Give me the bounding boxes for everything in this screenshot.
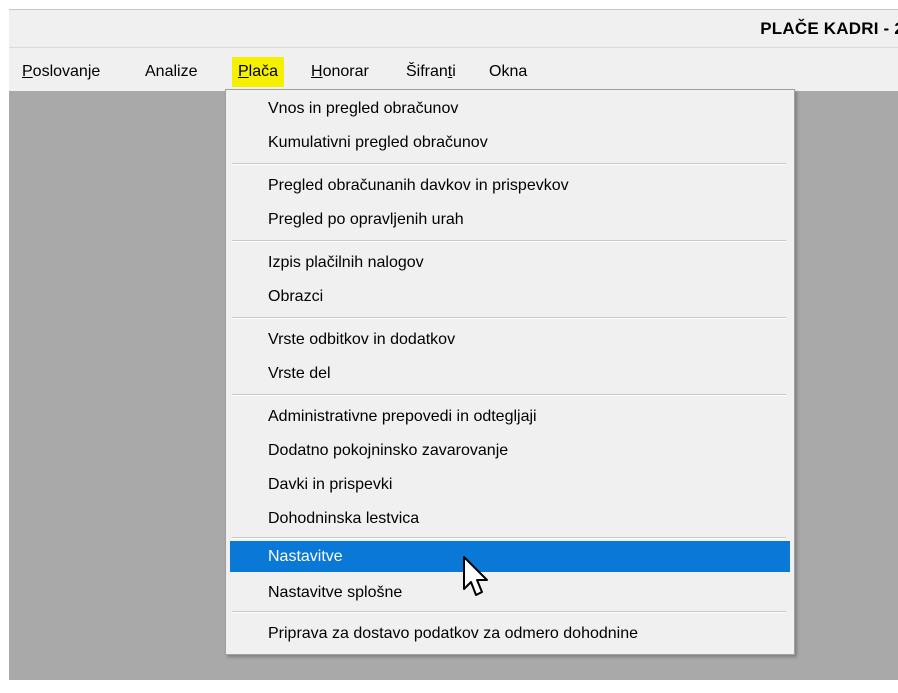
menu-item-priprava-za-dostavo-podatkov[interactable]: Priprava za dostavo podatkov za odmero d… bbox=[230, 618, 790, 649]
menu-item-dohodninska-lestvica[interactable]: Dohodninska lestvica bbox=[230, 503, 790, 534]
menu-item-kumulativni-pregled-obracunov[interactable]: Kumulativni pregled obračunov bbox=[230, 127, 790, 158]
menu-item-pregled-po-opravljenih-urah[interactable]: Pregled po opravljenih urah bbox=[230, 204, 790, 235]
menu-item-vrste-del[interactable]: Vrste del bbox=[230, 358, 790, 389]
menu-item-vrste-odbitkov-in-dodatkov[interactable]: Vrste odbitkov in dodatkov bbox=[230, 324, 790, 355]
menu-item-izpis-placilnih-nalogov[interactable]: Izpis plačilnih nalogov bbox=[230, 247, 790, 278]
menu-okna[interactable]: Okna bbox=[483, 57, 533, 87]
window-title: PLAČE KADRI - 2 bbox=[760, 19, 898, 38]
menu-placa[interactable]: Plača bbox=[232, 57, 285, 87]
menu-analize[interactable]: Analize bbox=[139, 57, 203, 87]
placa-dropdown-menu: Vnos in pregled obračunov Kumulativni pr… bbox=[225, 89, 795, 655]
menu-item-dodatno-pokojninsko-zavarovanje[interactable]: Dodatno pokojninsko zavarovanje bbox=[230, 435, 790, 466]
menu-separator bbox=[232, 611, 786, 613]
menu-separator bbox=[232, 537, 786, 539]
menu-item-vnos-in-pregled-obracunov[interactable]: Vnos in pregled obračunov bbox=[230, 93, 790, 124]
menu-separator bbox=[232, 240, 786, 242]
menu-poslovanje[interactable]: Poslovanje bbox=[16, 57, 106, 87]
menu-item-davki-in-prispevki[interactable]: Davki in prispevki bbox=[230, 469, 790, 500]
menu-honorar[interactable]: Honorar bbox=[305, 57, 375, 87]
menu-item-nastavitve[interactable]: Nastavitve bbox=[230, 541, 790, 572]
menu-separator bbox=[232, 394, 786, 396]
menu-separator bbox=[232, 317, 786, 319]
menu-separator bbox=[232, 163, 786, 165]
menu-item-administrativne-prepovedi[interactable]: Administrativne prepovedi in odtegljaji bbox=[230, 401, 790, 432]
menu-item-pregled-obracunanih-davkov[interactable]: Pregled obračunanih davkov in prispevkov bbox=[230, 170, 790, 201]
menu-sifranti[interactable]: Šifranti bbox=[400, 57, 462, 87]
arrow-pointer-icon bbox=[463, 556, 488, 596]
title-bar: PLAČE KADRI - 2 bbox=[9, 9, 898, 47]
menu-item-obrazci[interactable]: Obrazci bbox=[230, 281, 790, 312]
menu-item-nastavitve-splosne[interactable]: Nastavitve splošne bbox=[230, 577, 790, 608]
menu-bar: Poslovanje Analize Plača Honorar Šifrant… bbox=[9, 47, 898, 91]
